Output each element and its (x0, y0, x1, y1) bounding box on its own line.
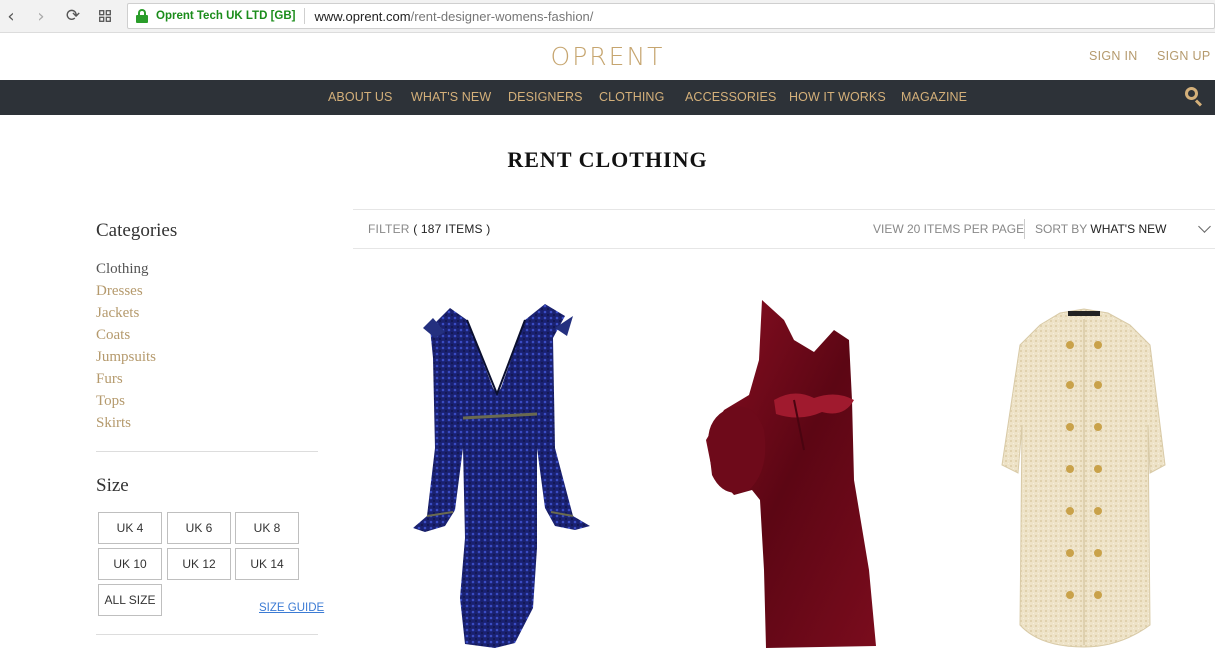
product-card[interactable] (1000, 305, 1168, 650)
url-text[interactable]: www.oprent.com/rent-designer-womens-fash… (314, 9, 593, 24)
address-separator (304, 8, 306, 24)
product-card[interactable] (704, 300, 882, 652)
category-furs[interactable]: Furs (96, 368, 318, 390)
sign-in-link[interactable]: SIGN IN (1089, 49, 1138, 63)
nav-about-us[interactable]: ABOUT US (328, 90, 392, 104)
size-all[interactable]: ALL SIZE (98, 584, 162, 616)
apps-grid-icon[interactable] (94, 5, 116, 27)
category-list: Clothing Dresses Jackets Coats Jumpsuits… (96, 258, 318, 434)
category-tops[interactable]: Tops (96, 390, 318, 412)
product-image-cream-coat (1001, 308, 1166, 648)
browser-toolbar: ‹ › ⟳ Oprent Tech UK LTD [GB] www.oprent… (0, 0, 1215, 33)
lock-icon (136, 9, 148, 23)
category-clothing[interactable]: Clothing (96, 258, 318, 280)
toolbar-separator (1024, 219, 1025, 239)
sort-value: WHAT'S NEW (1090, 222, 1167, 236)
site-logo[interactable]: OPRENT (0, 42, 1215, 71)
category-coats[interactable]: Coats (96, 324, 318, 346)
size-uk-14[interactable]: UK 14 (235, 548, 299, 580)
product-image-blue-dress (413, 304, 590, 648)
nav-clothing[interactable]: CLOTHING (599, 90, 664, 104)
size-uk-12[interactable]: UK 12 (167, 548, 231, 580)
categories-heading: Categories (96, 220, 178, 241)
filter-label: FILTER (368, 222, 410, 236)
product-card[interactable] (405, 298, 595, 650)
sort-dropdown[interactable]: SORT BY WHAT'S NEW (1035, 222, 1166, 236)
item-count: ( 187 ITEMS ) (413, 222, 491, 236)
category-skirts[interactable]: Skirts (96, 412, 318, 434)
size-uk-6[interactable]: UK 6 (167, 512, 231, 544)
back-icon[interactable]: ‹ (0, 5, 22, 27)
nav-magazine[interactable]: MAGAZINE (901, 90, 967, 104)
chevron-down-icon[interactable] (1198, 220, 1211, 233)
items-per-page[interactable]: VIEW 20 ITEMS PER PAGE (873, 222, 1024, 236)
category-dresses[interactable]: Dresses (96, 280, 318, 302)
nav-accessories[interactable]: ACCESSORIES (685, 90, 776, 104)
url-host: www.oprent.com (314, 8, 411, 24)
sidebar-divider (96, 451, 318, 452)
sidebar-divider-bottom (96, 634, 318, 635)
sort-label: SORT BY (1035, 222, 1088, 236)
nav-whats-new[interactable]: WHAT'S NEW (411, 90, 491, 104)
main-nav: ABOUT US WHAT'S NEW DESIGNERS CLOTHING A… (0, 80, 1215, 115)
forward-icon[interactable]: › (30, 5, 52, 27)
listing-toolbar: FILTER ( 187 ITEMS ) VIEW 20 ITEMS PER P… (353, 209, 1215, 249)
category-jumpsuits[interactable]: Jumpsuits (96, 346, 318, 368)
reload-icon[interactable]: ⟳ (62, 5, 84, 27)
url-path: /rent-designer-womens-fashion/ (410, 8, 594, 24)
size-uk-10[interactable]: UK 10 (98, 548, 162, 580)
size-uk-4[interactable]: UK 4 (98, 512, 162, 544)
certificate-label: Oprent Tech UK LTD [GB] (156, 10, 296, 22)
site-header: OPRENT SIGN IN SIGN UP (0, 34, 1215, 80)
size-guide-link[interactable]: SIZE GUIDE (259, 602, 324, 614)
category-jackets[interactable]: Jackets (96, 302, 318, 324)
nav-how-it-works[interactable]: HOW IT WORKS (789, 90, 886, 104)
address-bar[interactable]: Oprent Tech UK LTD [GB] www.oprent.com/r… (127, 3, 1215, 29)
size-heading: Size (96, 475, 129, 496)
filter-sidebar: Categories Clothing Dresses Jackets Coat… (96, 220, 318, 497)
product-image-red-velvet-dress (706, 300, 876, 648)
filter-button[interactable]: FILTER ( 187 ITEMS ) (368, 222, 491, 236)
sign-up-link[interactable]: SIGN UP (1157, 49, 1211, 63)
page-title: RENT CLOTHING (507, 147, 708, 172)
nav-designers[interactable]: DESIGNERS (508, 90, 583, 104)
size-uk-8[interactable]: UK 8 (235, 512, 299, 544)
search-icon[interactable] (1185, 87, 1203, 107)
